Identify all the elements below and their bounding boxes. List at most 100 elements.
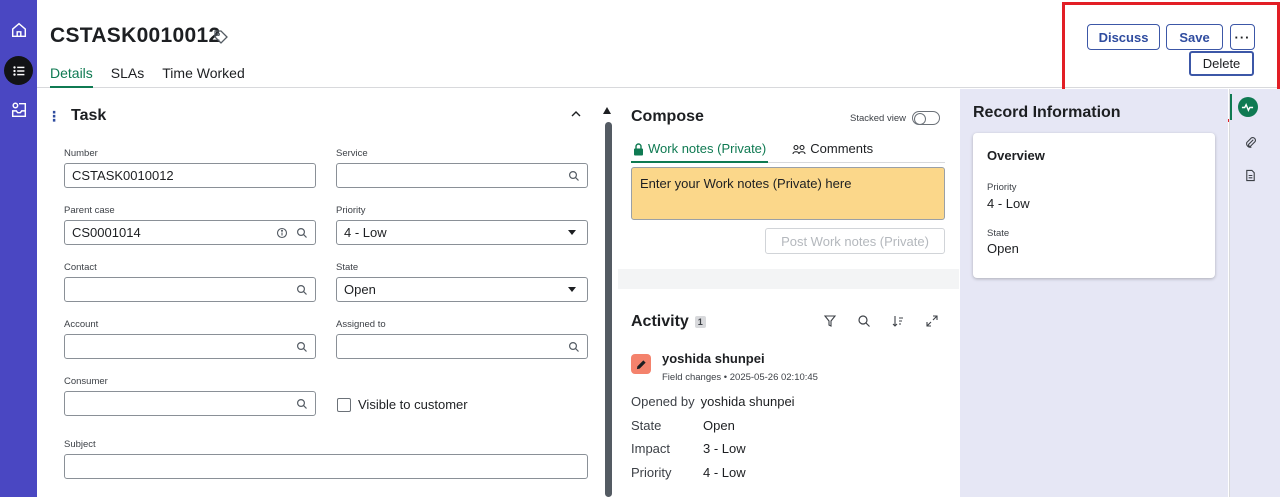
parent-case-input[interactable]: CS0001014	[64, 220, 316, 245]
overview-priority-value: 4 - Low	[987, 196, 1030, 211]
section-title: Task	[71, 107, 107, 124]
activity-row: State Open	[631, 414, 795, 438]
compose-card: Compose Stacked view Work notes (Private…	[618, 89, 959, 269]
stacked-view-label: Stacked view	[850, 112, 906, 124]
sort-icon[interactable]	[891, 314, 905, 328]
chevron-up-icon[interactable]	[569, 107, 583, 121]
more-actions-button[interactable]: ···	[1230, 24, 1255, 50]
inbox-icon[interactable]	[4, 95, 33, 124]
number-input[interactable]: CSTASK0010012	[64, 163, 316, 188]
contact-field: Contact	[64, 262, 316, 302]
activity-key: Opened by	[631, 394, 695, 410]
assigned-to-field: Assigned to	[336, 319, 588, 359]
state-value: Open	[344, 282, 376, 297]
visible-to-customer-label: Visible to customer	[358, 397, 468, 412]
document-icon[interactable]	[1237, 162, 1263, 188]
paperclip-icon[interactable]	[1237, 129, 1263, 155]
state-label: State	[336, 262, 359, 273]
activity-field-changes: Opened by yoshida shunpei State Open Impac…	[631, 390, 795, 484]
overview-card: Overview Priority 4 - Low State Open	[973, 133, 1215, 278]
stacked-view-toggle[interactable]	[911, 111, 940, 125]
parent-case-value: CS0001014	[72, 225, 141, 240]
account-input[interactable]	[64, 334, 316, 359]
search-icon[interactable]	[296, 227, 308, 239]
section-header: ⋮ Task	[47, 107, 106, 125]
filter-icon[interactable]	[823, 314, 837, 328]
delete-menu-item[interactable]: Delete	[1189, 51, 1254, 76]
pencil-icon	[631, 354, 651, 374]
record-tabs: Details SLAs Time Worked	[50, 65, 263, 88]
search-icon[interactable]	[296, 398, 308, 410]
tag-icon[interactable]	[213, 29, 229, 45]
tab-comments[interactable]: Comments	[792, 139, 873, 163]
priority-select[interactable]: 4 - Low	[336, 220, 588, 245]
activity-key: Priority	[631, 464, 672, 480]
left-nav-rail	[0, 0, 37, 497]
search-icon[interactable]	[857, 314, 871, 328]
assigned-to-label: Assigned to	[336, 319, 386, 330]
record-information-title: Record Information	[973, 104, 1121, 121]
account-field: Account	[64, 319, 316, 359]
tab-comments-label: Comments	[810, 141, 874, 156]
priority-value: 4 - Low	[344, 225, 387, 240]
pulse-icon	[1237, 97, 1258, 117]
visible-to-customer-row: Visible to customer	[337, 397, 468, 412]
consumer-label: Consumer	[64, 376, 108, 387]
chevron-down-icon	[568, 230, 576, 235]
scroll-up-arrow[interactable]	[603, 107, 611, 114]
page-title: CSTASK0010012	[50, 24, 221, 47]
assigned-to-input[interactable]	[336, 334, 588, 359]
tab-slas[interactable]: SLAs	[111, 65, 144, 88]
activity-row: Impact 3 - Low	[631, 437, 795, 461]
tab-details[interactable]: Details	[50, 65, 93, 88]
number-value: CSTASK0010012	[72, 168, 174, 183]
parent-case-field: Parent case CS0001014	[64, 205, 316, 245]
activity-card: Activity 1 yoshida shunpei Field changes…	[618, 289, 959, 497]
priority-label: Priority	[336, 205, 366, 216]
activity-meta: Field changes • 2025-05-26 02:10:45	[662, 372, 818, 383]
post-work-notes-button[interactable]: Post Work notes (Private)	[765, 228, 945, 254]
work-notes-textarea[interactable]: Enter your Work notes (Private) here	[631, 167, 945, 220]
discuss-button[interactable]: Discuss	[1087, 24, 1160, 50]
number-label: Number	[64, 148, 98, 159]
expand-icon[interactable]	[925, 314, 939, 328]
activity-user[interactable]: yoshida shunpei	[662, 351, 765, 366]
record-info-tab[interactable]	[1230, 94, 1263, 120]
drag-handle-icon[interactable]: ⋮	[47, 109, 61, 123]
chevron-down-icon	[568, 287, 576, 292]
search-icon[interactable]	[568, 341, 580, 353]
activity-row: Priority 4 - Low	[631, 461, 795, 485]
search-icon[interactable]	[296, 284, 308, 296]
save-button[interactable]: Save	[1166, 24, 1223, 50]
visible-to-customer-checkbox[interactable]	[337, 397, 351, 412]
home-icon[interactable]	[4, 15, 33, 44]
search-icon[interactable]	[568, 170, 580, 182]
subject-label: Subject	[64, 439, 96, 450]
activity-key: Impact	[631, 441, 671, 457]
activity-value: yoshida shunpei	[700, 394, 795, 410]
account-label: Account	[64, 319, 99, 330]
activity-title: Activity	[631, 313, 689, 330]
state-select[interactable]: Open	[336, 277, 588, 302]
more-dots-icon: ···	[1234, 29, 1251, 45]
people-icon	[792, 144, 806, 155]
service-input[interactable]	[336, 163, 588, 188]
search-icon[interactable]	[296, 341, 308, 353]
contextual-side-strip	[1229, 89, 1280, 497]
service-label: Service	[336, 148, 368, 159]
tab-time-worked[interactable]: Time Worked	[162, 65, 244, 88]
subject-field: Subject	[64, 439, 588, 479]
activity-key: State	[631, 417, 662, 433]
tab-work-notes[interactable]: Work notes (Private)	[631, 139, 769, 163]
state-field: State Open	[336, 262, 588, 302]
contact-input[interactable]	[64, 277, 316, 302]
parent-case-label: Parent case	[64, 205, 115, 216]
overview-state-label: State	[987, 228, 1010, 239]
subject-input[interactable]	[64, 454, 588, 479]
activity-toolbar	[823, 314, 939, 328]
list-icon[interactable]	[4, 56, 33, 85]
consumer-input[interactable]	[64, 391, 316, 416]
info-icon[interactable]	[276, 227, 288, 239]
stacked-view-toggle-row: Stacked view	[850, 111, 940, 125]
scrollbar-thumb[interactable]	[605, 122, 612, 497]
